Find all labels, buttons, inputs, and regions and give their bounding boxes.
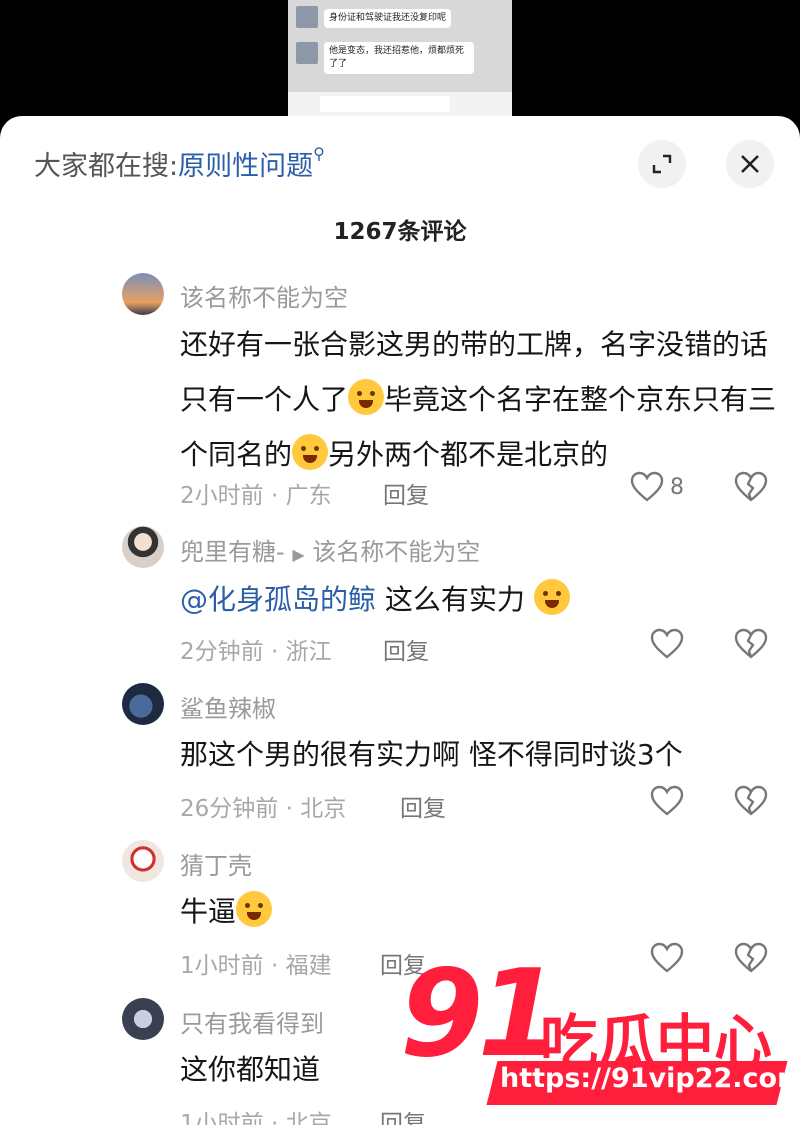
comment-time-location: 26分钟前 · 北京: [180, 796, 347, 822]
dislike-button[interactable]: [734, 628, 768, 664]
comment-time-location: 1小时前 · 福建: [180, 953, 332, 979]
heart-icon: [630, 471, 664, 502]
comment-username[interactable]: 该名称不能为空: [180, 278, 348, 313]
watermark-logo: 91 吃瓜中心 https://91vip22.com: [400, 945, 800, 1125]
search-suggestion[interactable]: 大家都在搜:原则性问题⚲: [34, 144, 325, 183]
smirk-emoji-icon: [533, 579, 570, 615]
reply-arrow-icon: ▶: [292, 545, 305, 564]
broken-heart-icon: [734, 628, 768, 659]
avatar[interactable]: [122, 683, 164, 725]
comment-text-part: 另外两个都不是北京的: [328, 438, 609, 471]
chat-message: 身份证和驾驶证我还没复印呢: [324, 9, 452, 28]
comment-username[interactable]: 只有我看得到: [180, 1004, 324, 1039]
avatar[interactable]: [122, 998, 164, 1040]
chat-message: 他是变态，我还招惹他，烦都烦死了了: [324, 42, 474, 74]
heart-icon: [650, 785, 684, 816]
expand-button[interactable]: [638, 140, 686, 188]
comment-text-part: 这么有实力: [376, 583, 525, 616]
mention-link[interactable]: @化身孤岛的鲸: [180, 583, 376, 616]
watermark-url: https://91vip22.com: [500, 1063, 800, 1094]
chat-avatar: [296, 6, 318, 28]
avatar[interactable]: [122, 273, 164, 315]
reply-button[interactable]: 回复: [400, 789, 446, 823]
comment-text: @化身孤岛的鲸 这么有实力: [180, 572, 780, 627]
avatar[interactable]: [122, 840, 164, 882]
laugh-cry-emoji-icon: [292, 434, 329, 470]
comment-time-location: 1小时前 · 北京: [180, 1111, 332, 1125]
chat-input: [320, 96, 450, 112]
comment-text: 牛逼: [180, 884, 780, 939]
comment-time-location: 2小时前 · 广东: [180, 483, 332, 509]
search-prefix: 大家都在搜:: [34, 151, 179, 182]
dislike-button[interactable]: [734, 471, 768, 507]
like-button[interactable]: [650, 785, 684, 817]
dislike-button[interactable]: [734, 785, 768, 821]
reply-button[interactable]: 回复: [383, 476, 429, 510]
search-term[interactable]: 原则性问题: [178, 151, 313, 182]
comment-count: 1267条评论: [333, 219, 467, 245]
close-icon: [741, 155, 759, 173]
like-button[interactable]: [650, 628, 684, 660]
heart-icon: [650, 628, 684, 659]
broken-heart-icon: [734, 785, 768, 816]
video-preview[interactable]: 身份证和驾驶证我还没复印呢 他是变态，我还招惹他，烦都烦死了了: [0, 0, 800, 130]
chat-avatar: [296, 42, 318, 64]
comment-time-location: 2分钟前 · 浙江: [180, 639, 332, 665]
reply-button[interactable]: 回复: [383, 632, 429, 666]
avatar[interactable]: [122, 526, 164, 568]
watermark-number: 91: [400, 945, 561, 1084]
reply-to-username[interactable]: 该名称不能为空: [312, 538, 480, 566]
comment-username[interactable]: 兜里有糖-: [180, 538, 285, 566]
expand-icon: [652, 154, 672, 174]
comment-username-line: 兜里有糖- ▶ 该名称不能为空: [180, 532, 480, 567]
angry-emoji-icon: [236, 891, 273, 927]
like-count: 8: [670, 474, 684, 500]
comment-text: 那这个男的很有实力啊 怪不得同时谈3个: [180, 738, 683, 771]
close-button[interactable]: [726, 140, 774, 188]
laugh-cry-emoji-icon: [348, 379, 385, 415]
like-button[interactable]: 8: [630, 471, 684, 503]
comment-username[interactable]: 猜丁壳: [180, 846, 252, 881]
search-icon: ⚲: [313, 144, 325, 163]
broken-heart-icon: [734, 471, 768, 502]
comment-username[interactable]: 鲨鱼辣椒: [180, 689, 276, 724]
comment-text: 还好有一张合影这男的带的工牌，名字没错的话只有一个人了 毕竟这个名字在整个京东只有…: [180, 317, 780, 482]
comment-text-part: 牛逼: [180, 895, 237, 928]
chat-input-bar: [288, 92, 512, 116]
video-frame: 身份证和驾驶证我还没复印呢 他是变态，我还招惹他，烦都烦死了了: [288, 0, 512, 116]
